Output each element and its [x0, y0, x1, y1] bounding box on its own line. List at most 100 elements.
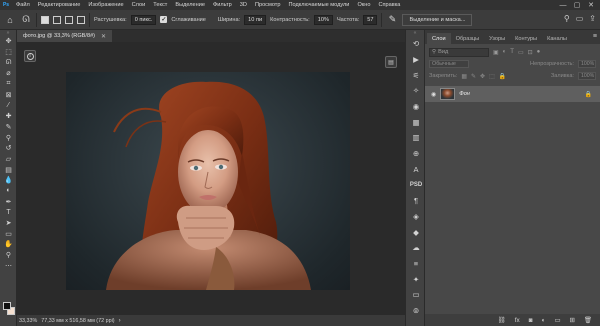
- minimize-button[interactable]: —: [556, 0, 570, 10]
- mask-icon[interactable]: ◙: [529, 317, 533, 324]
- panel-tab[interactable]: Слои: [427, 33, 451, 44]
- color-swatches[interactable]: [3, 302, 15, 316]
- document-photo[interactable]: [66, 72, 350, 290]
- shape-tool-icon[interactable]: ▭: [0, 228, 17, 239]
- healing-brush-tool-icon[interactable]: ✚: [0, 111, 17, 122]
- color-wheel-icon[interactable]: ◉: [406, 99, 426, 115]
- dodge-tool-icon[interactable]: ◐: [0, 186, 17, 197]
- lock-brush-icon[interactable]: ✎: [471, 73, 476, 80]
- fx-icon[interactable]: fx: [515, 317, 520, 324]
- paths-icon[interactable]: ⊕: [406, 146, 426, 162]
- link-icon[interactable]: ⛓: [498, 316, 506, 324]
- panel-tab[interactable]: Узоры: [484, 33, 510, 44]
- lasso-tool-icon[interactable]: ᘏ: [0, 57, 17, 68]
- menu-item[interactable]: Фильтр: [209, 2, 236, 8]
- psd-label[interactable]: PSD: [406, 177, 426, 193]
- eyedropper-tool-icon[interactable]: ⁄: [0, 100, 17, 111]
- type-filter-icon[interactable]: T: [510, 49, 514, 56]
- layer-name[interactable]: Фон: [459, 91, 470, 97]
- smart-filter-icon[interactable]: ⊡: [528, 49, 533, 56]
- home-icon[interactable]: ⌂: [4, 14, 16, 26]
- menu-item[interactable]: Файл: [12, 2, 34, 8]
- more-tools-icon[interactable]: ⋯: [0, 260, 17, 271]
- properties-icon[interactable]: ≡: [406, 256, 426, 272]
- menu-item[interactable]: Изображение: [84, 2, 127, 8]
- document-tab[interactable]: фото.jpg @ 33,3% (RGB/8#) ✕: [17, 30, 113, 42]
- width-input[interactable]: 10 пи: [244, 14, 267, 25]
- zoom-level[interactable]: 33,33%: [19, 318, 37, 324]
- menu-item[interactable]: Редактирование: [34, 2, 85, 8]
- intersect-selection-icon[interactable]: [77, 15, 85, 24]
- panel-tab[interactable]: Каналы: [542, 33, 572, 44]
- frame-tool-icon[interactable]: ⊠: [0, 89, 17, 100]
- document-info-button[interactable]: i: [24, 50, 36, 62]
- char-icon[interactable]: A: [406, 162, 426, 178]
- frequency-input[interactable]: 57: [363, 14, 378, 25]
- menu-item[interactable]: Слои: [128, 2, 150, 8]
- eraser-tool-icon[interactable]: ▱: [0, 154, 17, 165]
- lock-artboard-icon[interactable]: ⬚: [489, 73, 495, 80]
- path-select-tool-icon[interactable]: ➤: [0, 218, 17, 229]
- menu-item[interactable]: Подключаемые модули: [284, 2, 353, 8]
- filter-toggle-icon[interactable]: ●: [537, 49, 541, 56]
- marquee-tool-icon[interactable]: ⬚: [0, 47, 17, 58]
- menu-item[interactable]: Текст: [149, 2, 171, 8]
- learn-icon[interactable]: ✧: [406, 83, 426, 99]
- crop-tool-icon[interactable]: ⌗: [0, 79, 17, 90]
- new-layer-icon[interactable]: ⊞: [570, 316, 575, 324]
- libraries-icon[interactable]: ☁: [406, 240, 426, 256]
- blend-mode-select[interactable]: Обычные: [429, 60, 469, 68]
- menu-item[interactable]: Справка: [374, 2, 404, 8]
- maximize-button[interactable]: ▢: [570, 0, 584, 10]
- hand-tool-icon[interactable]: ✋: [0, 239, 17, 250]
- workspace-icon[interactable]: ▭: [576, 14, 584, 23]
- add-selection-icon[interactable]: [53, 15, 61, 24]
- share-icon[interactable]: ⇪: [589, 14, 596, 23]
- shape-filter-icon[interactable]: ▭: [518, 49, 524, 56]
- canvas-area[interactable]: i ▤: [17, 42, 405, 314]
- status-menu-icon[interactable]: ›: [119, 318, 121, 324]
- brush-tool-icon[interactable]: ✎: [0, 122, 17, 133]
- adjustment-icon[interactable]: ◐: [542, 317, 546, 324]
- notes-icon[interactable]: ⊚: [406, 303, 426, 319]
- panel-tab[interactable]: Образцы: [451, 33, 485, 44]
- menu-item[interactable]: Окно: [353, 2, 374, 8]
- pen-pressure-icon[interactable]: ✎: [386, 14, 398, 26]
- menu-item[interactable]: Просмотр: [251, 2, 285, 8]
- layer-filter-input[interactable]: ⚲ Вид: [429, 47, 489, 57]
- gradient-panel-icon[interactable]: ▥: [406, 130, 426, 146]
- menu-item[interactable]: 3D: [236, 2, 251, 8]
- lock-position-icon[interactable]: ✥: [480, 73, 485, 80]
- quick-select-tool-icon[interactable]: ⌀: [0, 68, 17, 79]
- pixel-filter-icon[interactable]: ▣: [493, 49, 499, 56]
- mixer-icon[interactable]: ⚟: [406, 67, 426, 83]
- layer-row[interactable]: ◉ Фон 🔒: [425, 86, 600, 102]
- close-document-icon[interactable]: ✕: [101, 33, 106, 40]
- swatches-icon[interactable]: ▦: [406, 114, 426, 130]
- move-tool-icon[interactable]: ✥: [0, 36, 17, 47]
- lock-pixels-icon[interactable]: ▦: [461, 73, 467, 80]
- history-icon[interactable]: ⟲: [406, 36, 426, 52]
- lock-all-icon[interactable]: 🔒: [499, 73, 506, 80]
- panel-collapse-button[interactable]: ▤: [385, 56, 397, 68]
- clone-stamp-tool-icon[interactable]: ⚲: [0, 132, 17, 143]
- layer-comps-icon[interactable]: ◆: [406, 224, 426, 240]
- smoothing-checkbox[interactable]: ✓: [160, 16, 168, 23]
- play-icon[interactable]: ▶: [406, 52, 426, 68]
- pen-tool-icon[interactable]: ✒: [0, 196, 17, 207]
- type-tool-icon[interactable]: T: [0, 207, 17, 218]
- fill-input[interactable]: 100%: [578, 72, 596, 80]
- paragraph-icon[interactable]: ¶: [406, 193, 426, 209]
- subtract-selection-icon[interactable]: [65, 15, 73, 24]
- new-selection-icon[interactable]: [41, 15, 49, 24]
- menu-item[interactable]: Выделение: [171, 2, 209, 8]
- feather-input[interactable]: 0 пикс.: [130, 14, 157, 25]
- magnetic-lasso-icon[interactable]: ᘏ: [20, 14, 32, 26]
- close-window-button[interactable]: ✕: [584, 0, 598, 10]
- gradient-tool-icon[interactable]: ▤: [0, 164, 17, 175]
- select-and-mask-button[interactable]: Выделение и маска...: [402, 13, 473, 26]
- blur-tool-icon[interactable]: 💧: [0, 175, 17, 186]
- history-brush-tool-icon[interactable]: ↺: [0, 143, 17, 154]
- timeline-icon[interactable]: ▭: [406, 287, 426, 303]
- group-icon[interactable]: ▭: [554, 316, 560, 324]
